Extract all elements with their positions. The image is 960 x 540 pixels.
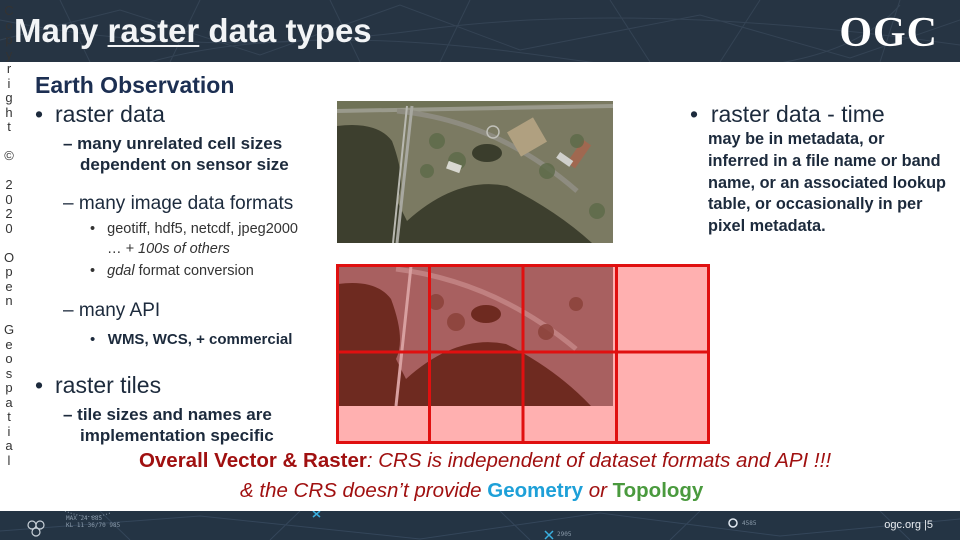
topology-term: Topology <box>612 479 704 502</box>
copyright-char: i <box>7 423 11 439</box>
tile-grid <box>336 264 710 444</box>
formats-line2: + 100s of others <box>125 241 230 257</box>
map-background-pattern <box>0 511 960 540</box>
vertical-copyright-text: Co p y r i g h t © 2 0 2 0 Op e n Ge o s p a t i a l <box>3 3 15 468</box>
formats-list: • geotiff, hdf5, netcdf, jpeg2000 … + 10… <box>90 219 298 259</box>
map-label-line1: MAX 24 685 <box>66 515 103 522</box>
copyright-char: 2 <box>5 177 13 192</box>
ellipsis: … <box>107 241 126 257</box>
map-label-line2: KL 11 36/70 985 <box>66 522 121 529</box>
or-text: or <box>583 479 613 502</box>
page-title: Many raster data types <box>14 12 372 50</box>
page-number: 5 <box>926 519 933 531</box>
summary-bold: Overall Vector & Raster <box>138 449 367 472</box>
bullet-icon: • <box>35 101 44 127</box>
copyright-char: 0 <box>5 220 13 236</box>
copyright-char <box>3 164 15 179</box>
copyright-char: a <box>5 438 13 453</box>
header-bar: Many raster data types OGC <box>0 0 960 62</box>
sub-text-line1: – many unrelated cell sizes <box>63 134 283 153</box>
summary-italic: : CRS is independent of dataset formats … <box>366 449 832 472</box>
footer-page-info: ogc.org |5 <box>884 519 933 531</box>
copyright-char: t <box>7 409 11 424</box>
map-label-3: 2905 <box>557 531 572 538</box>
title-text-part2: data types <box>199 12 372 49</box>
sub-many-api: – many API <box>63 300 161 321</box>
copyright-char: e <box>5 336 13 352</box>
copyright-char <box>3 135 15 150</box>
copyright-char: 2 <box>5 206 13 221</box>
copyright-char: o <box>5 351 13 366</box>
time-description: may be in metadata, or inferred in a fil… <box>708 130 946 236</box>
title-text-part1: Many <box>14 12 108 49</box>
sub-image-formats: – many image data formats <box>63 193 294 214</box>
copyright-char: i <box>7 75 11 91</box>
copyright-char <box>3 309 15 324</box>
api-item: • WMS, WCS, + commercial <box>90 330 292 350</box>
map-label: MAX 24 685 KL 11 36/70 985 <box>66 515 120 529</box>
copyright-char: © <box>4 148 14 163</box>
copyright-char: a <box>5 394 13 410</box>
map-label-2: 4585 <box>742 520 757 527</box>
formats-line1: geotiff, hdf5, netcdf, jpeg2000 <box>107 221 298 237</box>
summary-line2-prefix: & the CRS doesn’t provide <box>240 479 488 502</box>
copyright-char: p <box>5 380 13 395</box>
sub-cell-sizes: – many unrelated cell sizes dependent on… <box>63 133 289 175</box>
copyright-char: G <box>3 322 15 337</box>
geometry-term: Geometry <box>487 479 583 502</box>
small-bullet-icon: • <box>90 221 96 237</box>
sub-text-line2: dependent on sensor size <box>80 155 289 174</box>
small-bullet-icon: • <box>90 263 96 279</box>
aerial-photo <box>337 101 613 243</box>
right-column: • raster data - time may be in metadata,… <box>690 101 946 235</box>
section-heading: Earth Observation <box>35 72 235 98</box>
copyright-char: g <box>5 90 13 105</box>
small-bullet-icon: • <box>90 331 96 348</box>
copyright-char: t <box>7 119 11 134</box>
gdal-item: • gdal format conversion <box>90 261 254 281</box>
bullet-raster-data-time: • raster data - time <box>690 101 885 128</box>
summary-line1: Overall Vector & Raster: CRS is independ… <box>0 449 960 473</box>
bullet-icon: • <box>35 372 44 398</box>
copyright-char: p <box>5 264 13 279</box>
title-text-underlined: raster <box>107 12 200 49</box>
bullet-icon: • <box>690 101 699 127</box>
location-marker-icon <box>728 518 738 528</box>
bullet-text: raster data <box>55 101 165 127</box>
bullet-text: raster tiles <box>55 372 162 398</box>
copyright-char: e <box>5 278 13 294</box>
copyright-char: s <box>5 365 13 381</box>
copyright-char: l <box>7 452 11 468</box>
sub-text-line2: implementation specific <box>80 426 274 445</box>
sub-text-line1: – tile sizes and names are <box>63 405 272 424</box>
gdal-rest-text: format conversion <box>134 263 254 279</box>
summary-line2: & the CRS doesn’t provide Geometry or To… <box>240 479 703 503</box>
copyright-char <box>3 236 15 251</box>
copyright-char: C <box>4 3 14 18</box>
tiled-aerial-photo <box>336 264 710 444</box>
ogc-logo: OGC <box>839 10 938 56</box>
ogc-rings-logo <box>27 520 45 537</box>
bullet-raster-tiles: • raster tiles <box>35 372 161 399</box>
copyright-char: O <box>3 249 15 265</box>
bullet-raster-data: • raster data <box>35 101 165 128</box>
copyright-char: r <box>6 61 12 76</box>
footer-bar: MAX 24 685 KL 11 36/70 985 4585 2905 ogc… <box>0 511 960 540</box>
footer-site-link[interactable]: ogc.org <box>884 519 921 531</box>
aerial-photo-image <box>337 101 613 243</box>
sub-tile-sizes: – tile sizes and names are implementatio… <box>63 404 274 446</box>
copyright-char: y <box>5 46 13 62</box>
bullet-text: raster data - time <box>710 101 885 127</box>
copyright-char: o <box>5 17 13 33</box>
copyright-char: p <box>5 32 13 47</box>
copyright-char: n <box>5 293 13 308</box>
tiled-photo-content <box>338 265 613 407</box>
copyright-char: h <box>5 104 13 120</box>
copyright-char: 0 <box>5 191 13 207</box>
api-text: WMS, WCS, + commercial <box>107 331 293 348</box>
gdal-text: gdal <box>107 263 135 279</box>
